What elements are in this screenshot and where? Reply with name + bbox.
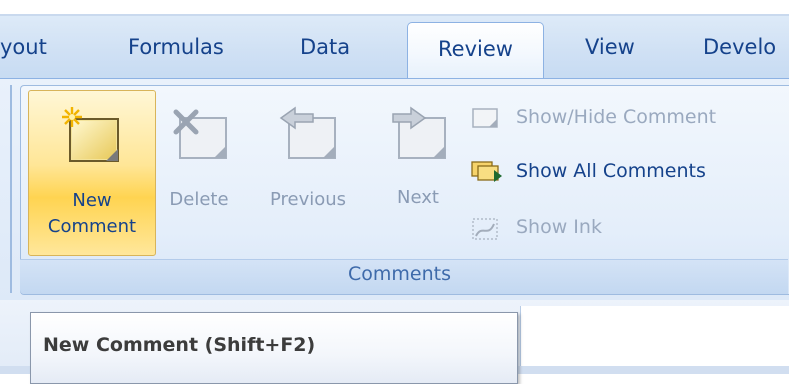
new-comment-label-line2: Comment xyxy=(47,216,137,237)
show-all-comments-label: Show All Comments xyxy=(516,160,706,182)
delete-label: Delete xyxy=(169,189,229,210)
show-all-comments-icon xyxy=(471,161,502,182)
ribbon-tab-bar: yout Formulas Data Review View Develo xyxy=(0,16,789,81)
tooltip-title: New Comment (Shift+F2) xyxy=(43,334,316,356)
new-comment-tooltip: New Comment (Shift+F2) xyxy=(30,312,518,384)
show-ink-label: Show Ink xyxy=(516,216,602,238)
tab-formulas[interactable]: Formulas xyxy=(128,16,224,79)
previous-comment-icon xyxy=(279,106,336,159)
next-comment-button[interactable]: Next xyxy=(382,90,454,254)
tab-page-layout[interactable]: yout xyxy=(0,16,47,79)
show-ink-icon xyxy=(472,218,498,240)
comments-group-label: Comments xyxy=(348,263,451,285)
tab-data[interactable]: Data xyxy=(300,16,350,79)
window-frame-top xyxy=(0,0,789,14)
new-comment-button[interactable]: New Comment xyxy=(28,90,156,256)
show-ink-button[interactable]: Show Ink xyxy=(470,208,770,246)
next-comment-icon xyxy=(392,106,446,159)
tab-developer[interactable]: Develo xyxy=(703,16,776,79)
new-comment-label-line1: New xyxy=(72,190,112,211)
previous-group-edge xyxy=(0,85,12,293)
next-label: Next xyxy=(397,187,439,208)
comments-group-label-bar: Comments xyxy=(20,259,788,294)
tab-review[interactable]: Review xyxy=(407,22,544,81)
new-comment-icon xyxy=(62,107,119,162)
delete-comment-icon xyxy=(173,109,227,159)
previous-label: Previous xyxy=(269,189,347,210)
show-hide-comment-label: Show/Hide Comment xyxy=(516,106,717,128)
formula-input[interactable] xyxy=(520,306,789,366)
show-all-comments-button[interactable]: Show All Comments xyxy=(470,152,770,190)
tab-view[interactable]: View xyxy=(585,16,635,79)
show-hide-comment-icon xyxy=(472,108,498,128)
delete-comment-button[interactable]: Delete xyxy=(160,90,238,254)
show-hide-comment-button[interactable]: Show/Hide Comment xyxy=(470,98,770,136)
previous-comment-button[interactable]: Previous xyxy=(256,90,360,254)
